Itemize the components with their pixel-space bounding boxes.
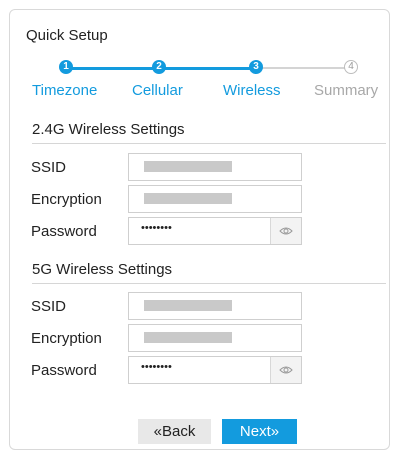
redacted-value [144,193,232,204]
quick-setup-panel: Quick Setup 1 2 3 4 Timezone Cellular Wi… [9,9,390,450]
redacted-value [144,161,232,172]
step-2-indicator: 2 [152,60,166,74]
stepper-remaining-line [259,67,345,69]
ssid-label: SSID [31,298,67,315]
step-label-timezone[interactable]: Timezone [32,82,97,99]
password-input-5g[interactable]: •••••••• [128,356,302,384]
step-4-indicator: 4 [344,60,358,74]
step-3-indicator: 3 [249,60,263,74]
next-button[interactable]: Next» [222,419,297,444]
redacted-value [144,332,232,343]
ssid-label: SSID [31,159,67,176]
step-label-wireless[interactable]: Wireless [223,82,281,99]
password-row-2-4g: Password •••••••• [31,217,321,245]
ssid-input-2-4g[interactable] [128,153,302,181]
password-label: Password [31,362,97,379]
encryption-row-2-4g: Encryption [31,185,321,213]
step-1-indicator: 1 [59,60,73,74]
password-value: •••••••• [141,361,172,373]
back-button[interactable]: «Back [138,419,211,444]
step-label-summary: Summary [314,82,379,99]
section-heading-2-4g: 2.4G Wireless Settings [32,121,386,144]
encryption-select-5g[interactable] [128,324,302,352]
eye-icon[interactable] [270,218,301,244]
section-heading-5g: 5G Wireless Settings [32,261,386,284]
password-input-2-4g[interactable]: •••••••• [128,217,302,245]
eye-icon[interactable] [270,357,301,383]
redacted-value [144,300,232,311]
encryption-row-5g: Encryption [31,324,321,352]
encryption-select-2-4g[interactable] [128,185,302,213]
password-row-5g: Password •••••••• [31,356,321,384]
encryption-label: Encryption [31,191,102,208]
encryption-label: Encryption [31,330,102,347]
ssid-row-5g: SSID [31,292,321,320]
password-value: •••••••• [141,222,172,234]
step-label-cellular[interactable]: Cellular [132,82,183,99]
stepper: 1 2 3 4 Timezone Cellular Wireless Summa… [10,10,389,110]
ssid-input-5g[interactable] [128,292,302,320]
password-label: Password [31,223,97,240]
ssid-row-2-4g: SSID [31,153,321,181]
